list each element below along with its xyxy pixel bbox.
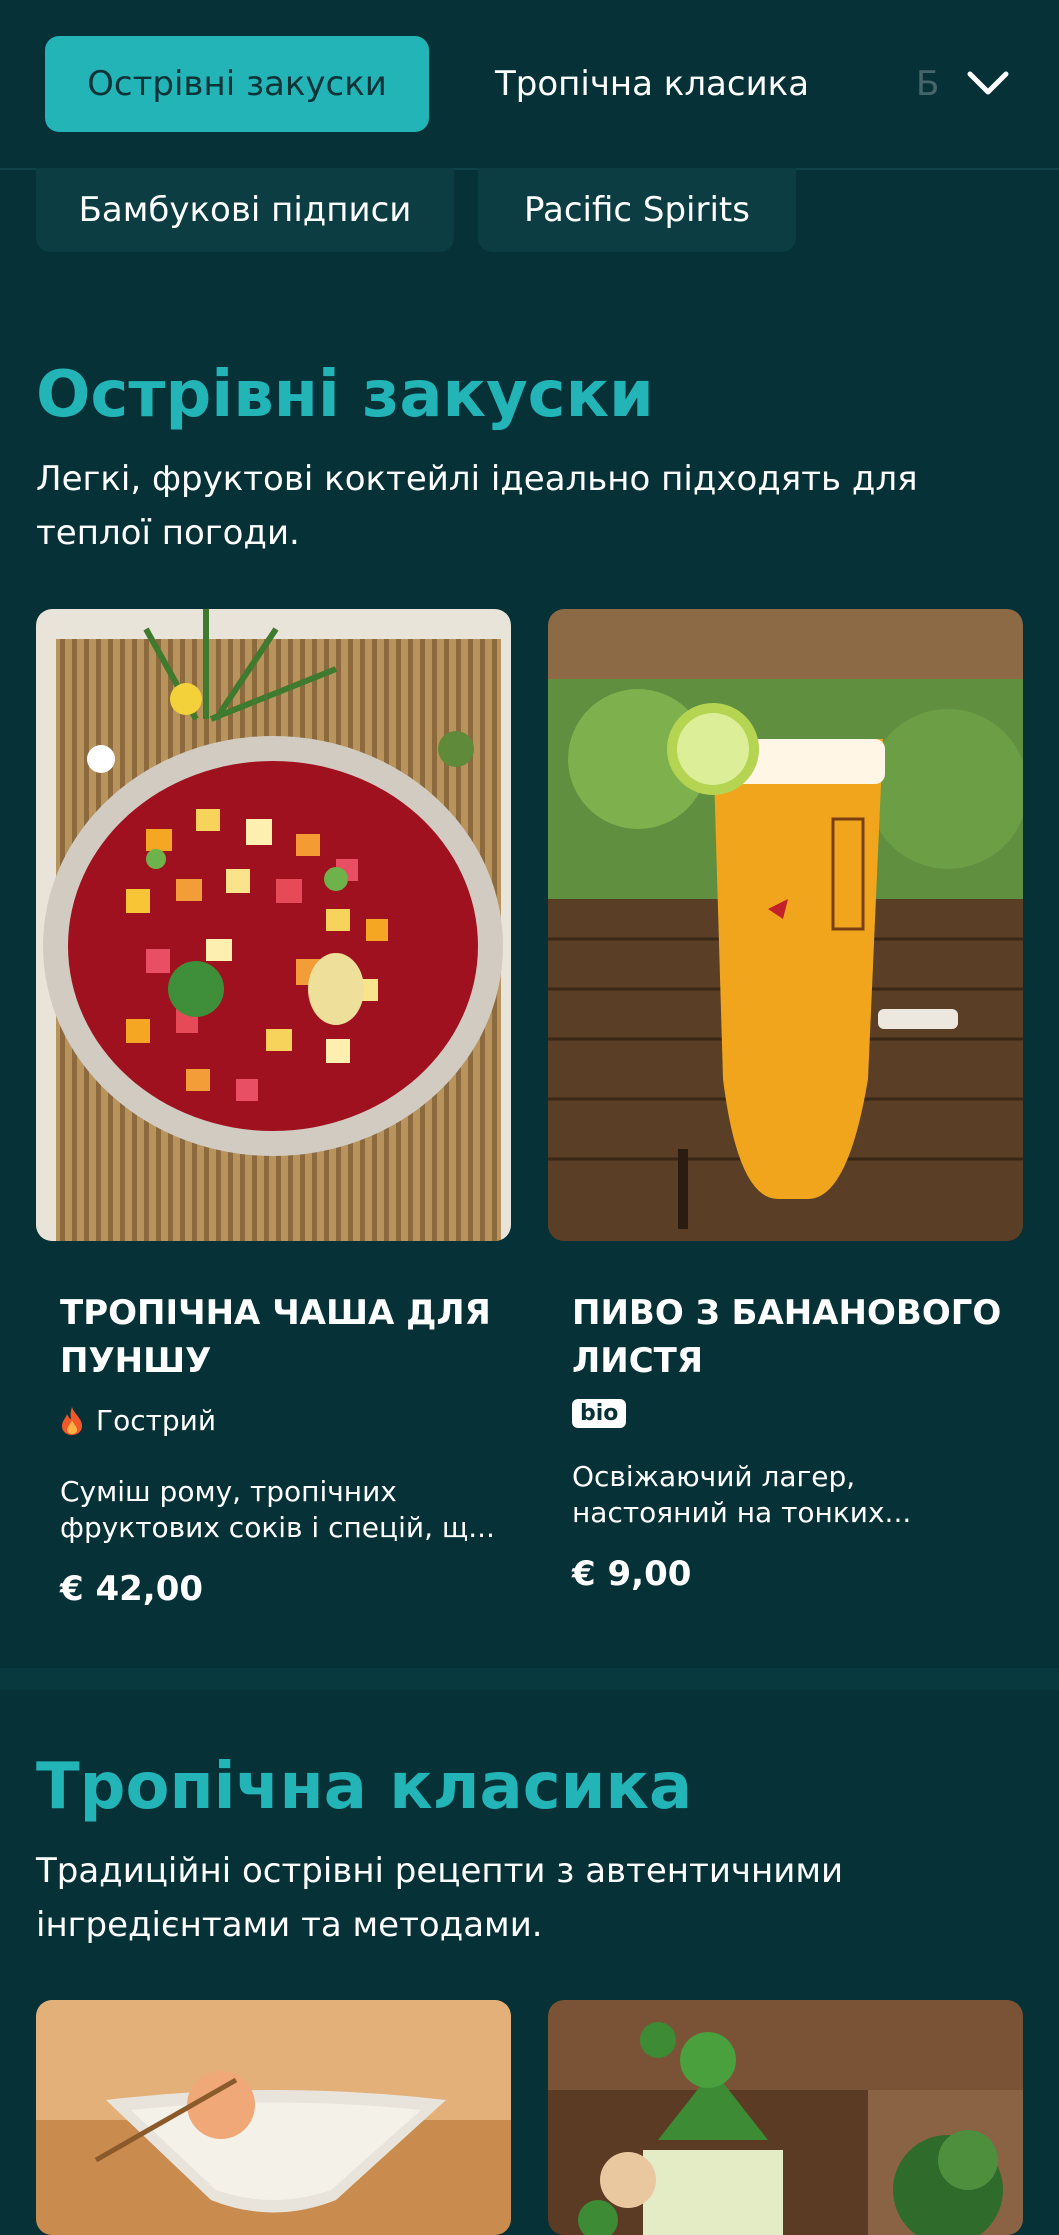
section-description: Традиційні острівні рецепти з автентични… — [36, 1851, 844, 1945]
flame-icon — [62, 1406, 82, 1435]
chevron-down-icon[interactable] — [962, 58, 1014, 110]
tag-label: Гострий — [96, 1404, 217, 1437]
menu-item-card[interactable] — [36, 2000, 511, 2235]
item-price: € 9,00 — [572, 1554, 692, 1594]
section-title: Тропічна класика — [36, 1750, 693, 1824]
section-title: Острівні закуски — [36, 358, 654, 432]
item-image — [548, 609, 1023, 1241]
chip-pacific-spirits[interactable]: Pacific Spirits — [478, 168, 796, 252]
section-description: Легкі, фруктові коктейлі ідеально підход… — [36, 459, 918, 553]
item-description: Суміш рому, тропічних фруктових соків і … — [60, 1475, 495, 1544]
item-image — [36, 2000, 511, 2235]
category-nav: Острівні закуски Тропічна класика Б — [0, 0, 1059, 170]
item-tag: bio — [572, 1399, 627, 1428]
item-name: ПИВО З БАНАНОВОГО ЛИСТЯ — [572, 1293, 1002, 1381]
item-tag: Гострий — [60, 1404, 216, 1437]
bio-badge: bio — [572, 1399, 627, 1428]
item-price: € 42,00 — [60, 1569, 204, 1609]
item-name: ТРОПІЧНА ЧАША ДЛЯ ПУНШУ — [60, 1293, 491, 1381]
tab-more[interactable]: Б — [916, 36, 939, 132]
section-divider — [0, 1668, 1059, 1690]
tab-tropical-classics[interactable]: Тропічна класика — [495, 36, 809, 132]
chip-bamboo-signatures[interactable]: Бамбукові підписи — [36, 168, 454, 252]
menu-item-card[interactable] — [548, 2000, 1023, 2235]
tab-island-snacks[interactable]: Острівні закуски — [45, 36, 429, 132]
menu-item-card[interactable]: ПИВО З БАНАНОВОГО ЛИСТЯ bio Освіжаючий л… — [548, 609, 1023, 1629]
item-description: Освіжаючий лагер, настояний на тонких... — [572, 1460, 912, 1529]
item-image — [548, 2000, 1023, 2235]
item-image — [36, 609, 511, 1241]
menu-item-card[interactable]: ТРОПІЧНА ЧАША ДЛЯ ПУНШУ Гострий Суміш ро… — [36, 609, 511, 1629]
